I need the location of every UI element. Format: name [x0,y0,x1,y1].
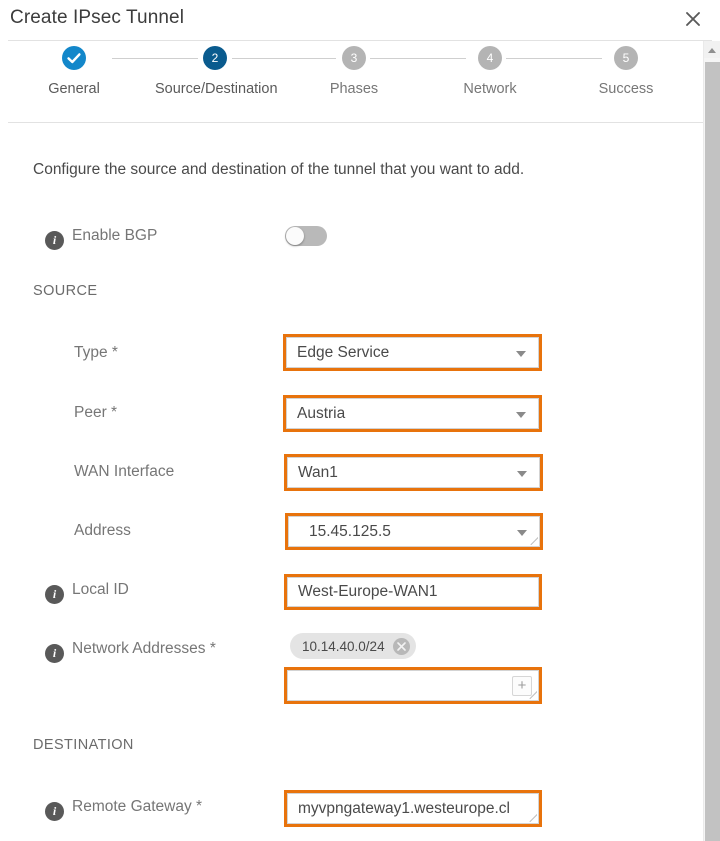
stepper-label-network: Network [463,81,517,97]
stepper-step-source-destination[interactable]: 2 Source/Destination [155,46,278,97]
scrollbar-thumb[interactable] [705,62,720,841]
chevron-down-icon [516,350,526,357]
destination-section-heading: DESTINATION [33,737,134,753]
local-id-input-highlight: West-Europe-WAN1 [284,574,542,610]
network-addresses-label-text: Network Addresses * [72,640,216,657]
page-title: Create IPsec Tunnel [10,7,185,28]
stepper-step-phases[interactable]: 3 Phases [294,46,414,97]
remote-gateway-input[interactable]: myvpngateway1.westeurope.cl [287,793,539,824]
type-select-value: Edge Service [297,343,390,361]
titlebar-divider [8,40,712,41]
address-select-value: 15.45.125.5 [309,522,391,540]
stepper-circle-1 [62,46,86,70]
info-icon[interactable]: i [45,231,64,250]
vertical-scrollbar[interactable] [703,41,720,841]
stepper-label-success: Success [598,81,654,97]
peer-select-value: Austria [297,404,346,422]
address-label: Address [74,522,131,539]
wan-interface-select-value: Wan1 [298,463,338,481]
close-icon[interactable] [680,6,706,32]
chevron-down-icon [517,470,527,477]
wan-interface-select-highlight: Wan1 [284,454,543,491]
stepper-connector-1 [112,58,198,59]
peer-label: Peer * [74,404,118,421]
stepper-step-success[interactable]: 5 Success [566,46,686,97]
local-id-input[interactable]: West-Europe-WAN1 [287,577,539,607]
info-icon[interactable]: i [45,644,64,663]
stepper-connector-4 [506,58,602,59]
type-select-highlight: Edge Service [283,334,542,371]
network-address-chip-label: 10.14.40.0/24 [302,638,385,654]
wan-interface-select[interactable]: Wan1 [287,457,540,488]
network-addresses-input-highlight: + [284,667,542,704]
chevron-down-icon [517,529,527,536]
stepper-circle-3: 3 [342,46,366,70]
stepper-circle-4: 4 [478,46,502,70]
info-icon[interactable]: i [45,585,64,604]
intro-text: Configure the source and destination of … [33,161,525,178]
network-address-chip[interactable]: 10.14.40.0/24 [290,633,416,659]
stepper-connector-2 [232,58,336,59]
wizard-stepper: General 2 Source/Destination 3 Phases 4 … [0,46,704,118]
remote-gateway-input-value: myvpngateway1.westeurope.cl [298,799,510,817]
enable-bgp-label-text: Enable BGP [72,227,158,244]
chevron-down-icon [516,411,526,418]
peer-select-highlight: Austria [283,395,542,432]
network-addresses-input[interactable]: + [287,670,539,701]
source-section-heading: SOURCE [33,283,98,299]
remove-chip-icon[interactable] [392,637,410,655]
resize-grip[interactable] [528,690,537,699]
stepper-connector-3 [370,58,466,59]
stepper-circle-5: 5 [614,46,638,70]
local-id-label: i Local ID [45,581,129,604]
address-select[interactable]: 15.45.125.5 [288,516,540,547]
resize-grip[interactable] [528,813,537,822]
chevron-up-icon[interactable] [704,41,720,58]
enable-bgp-toggle-knob [286,227,304,245]
stepper-label-source-destination: Source/Destination [155,81,278,97]
stepper-step-general[interactable]: General [14,46,134,97]
stepper-label-general: General [48,81,100,97]
stepper-label-phases: Phases [329,81,379,97]
remote-gateway-input-highlight: myvpngateway1.westeurope.cl [284,790,542,827]
stepper-divider [8,122,712,123]
resize-grip[interactable] [529,536,538,545]
wan-interface-label: WAN Interface [74,463,175,480]
network-addresses-label: i Network Addresses * [45,640,216,663]
local-id-input-value: West-Europe-WAN1 [298,583,438,600]
type-select[interactable]: Edge Service [286,337,539,368]
info-icon[interactable]: i [45,802,64,821]
scroll-up-triangle [708,48,716,53]
stepper-circle-2: 2 [203,46,227,70]
enable-bgp-label: i Enable BGP [45,227,157,250]
remote-gateway-label-text: Remote Gateway * [72,798,203,815]
create-ipsec-tunnel-dialog: Create IPsec Tunnel General 2 Source/Des… [0,0,720,841]
address-select-highlight: 15.45.125.5 [285,513,543,550]
remote-gateway-label: i Remote Gateway * [45,798,202,821]
peer-select[interactable]: Austria [286,398,539,429]
type-label: Type * [74,344,118,361]
local-id-label-text: Local ID [72,581,129,598]
stepper-step-network[interactable]: 4 Network [430,46,550,97]
dialog-titlebar: Create IPsec Tunnel [0,0,720,40]
enable-bgp-toggle[interactable] [285,226,327,246]
